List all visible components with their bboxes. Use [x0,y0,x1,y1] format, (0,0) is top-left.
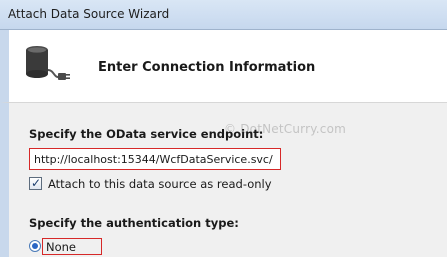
window-title: Attach Data Source Wizard [8,7,170,21]
wizard-window: Attach Data Source Wizard Enter Connecti… [0,0,447,257]
wizard-content: © DotNetCurry.com Specify the OData serv… [0,103,447,257]
endpoint-label: Specify the OData service endpoint: [29,127,264,141]
database-plug-icon [26,46,70,80]
page-title: Enter Connection Information [98,60,316,75]
auth-none-radio[interactable] [29,240,41,252]
radio-selected-dot [32,243,38,249]
endpoint-url-input[interactable] [29,148,281,170]
checkmark-icon: ✓ [31,176,42,190]
title-bar[interactable]: Attach Data Source Wizard [0,0,447,30]
readonly-checkbox-label[interactable]: Attach to this data source as read-only [48,177,272,191]
auth-type-label: Specify the authentication type: [29,216,239,230]
auth-none-label[interactable]: None [46,240,76,254]
wizard-header: Enter Connection Information [0,30,447,103]
auth-none-highlight: None [42,238,102,255]
readonly-checkbox[interactable]: ✓ [29,176,42,190]
